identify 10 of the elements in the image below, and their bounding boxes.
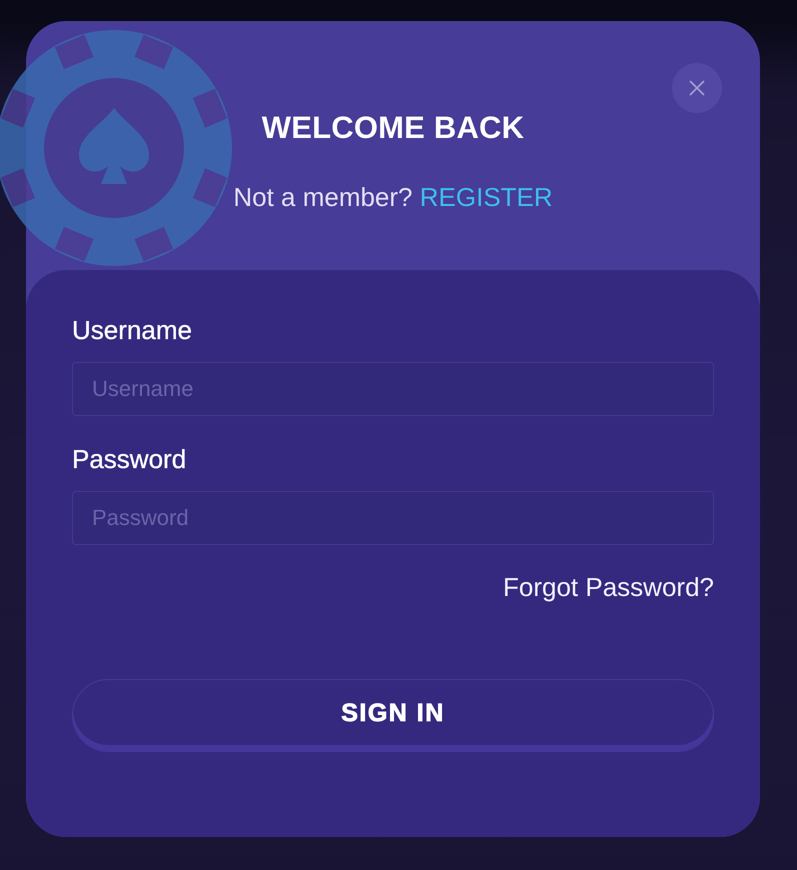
- close-button[interactable]: [672, 63, 722, 113]
- input-field[interactable]: Username: [72, 362, 714, 416]
- field-label: Password: [72, 444, 186, 474]
- field-label: Username: [72, 315, 192, 345]
- register-link[interactable]: REGISTER: [420, 182, 553, 212]
- dialog-title: WELCOME BACK: [262, 110, 524, 146]
- register-prompt: Not a member? REGISTER: [233, 182, 553, 212]
- input-field[interactable]: Password: [72, 491, 714, 545]
- forgot-password-link[interactable]: Forgot Password?: [503, 572, 714, 602]
- sign-in-button[interactable]: SIGN IN: [72, 679, 714, 752]
